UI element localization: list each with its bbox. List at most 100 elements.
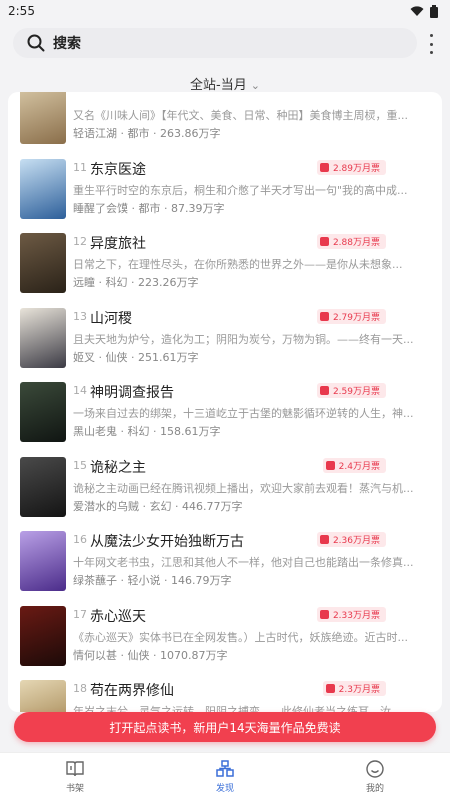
book-cover [20,382,66,442]
book-item[interactable]: 12 异度旅社 2.88万月票日常之下，在理性尽头，在你所熟悉的世界之外——是你从未… [8,233,442,307]
discover-icon [216,759,234,777]
screen: 2:55 搜索 全站-当月 ⌄ 又名《川味人间》【年代文、美食、日常、种田】美食博… [0,0,450,800]
ranking-list[interactable]: 又名《川味人间》【年代文、美食、日常、种田】美食博主周棂，重... 轻语江湖 · … [8,92,442,712]
book-title: 诡秘之主 [90,459,146,476]
book-description: 且夫天地为炉兮，造化为工；阴阳为炭兮，万物为铜。——终有一天... [73,332,414,346]
search-input[interactable]: 搜索 [13,28,417,58]
book-meta: 睡醒了会馍 · 都市 · 87.39万字 [73,201,225,215]
filter-label: 全站-当月 [190,78,247,93]
book-rank: 11 [73,160,87,174]
more-menu-icon[interactable] [424,34,438,54]
book-meta: 远瞳 · 科幻 · 223.26万字 [73,276,199,289]
book-description: 年岁之末兮，灵气之运转，阳阴之搏变......此修仙者当之练耳，汝... [73,705,402,712]
monthly-ticket-badge: 2.59万月票 [316,383,386,398]
book-cover [20,605,66,666]
book-title: 东京医途 [90,161,146,178]
tab-label: 书架 [65,783,84,794]
book-title: 赤心巡天 [90,608,146,625]
tab-discover[interactable]: 发现 [185,759,265,794]
monthly-ticket-badge: 2.89万月票 [316,159,386,175]
search-icon [27,34,45,52]
monthly-ticket-badge: 2.36万月票 [316,532,386,547]
ticket-count: 2.33万月票 [332,610,380,621]
status-icons [410,4,438,18]
book-cover [20,92,66,144]
ticket-icon [319,162,329,172]
book-description: 诡秘之主动画已经在腾讯视频上播出，欢迎大家前去观看！蒸汽与机... [73,481,414,495]
book-item[interactable]: 15 诡秘之主 2.4万月票诡秘之主动画已经在腾讯视频上播出，欢迎大家前去观看！蒸汽… [8,456,442,531]
book-description: 一场来自过去的绑架，十三道屹立于古堡的魅影循环逆转的人生，神... [73,407,414,420]
smile-icon [366,759,384,778]
book-meta: 情何以甚 · 仙侠 · 1070.87万字 [73,648,228,662]
book-item[interactable]: 18 苟在两界修仙 2.3万月票年岁之末兮，灵气之运转，阳阴之搏变......此修仙… [8,680,442,712]
book-rank: 18 [73,682,87,695]
book-rank: 15 [73,458,87,472]
ticket-icon [319,609,329,619]
book-item[interactable]: 11 东京医途 2.89万月票重生平行时空的东京后，桐生和介憋了半天才写出一句"我的… [8,158,442,233]
ticket-count: 2.89万月票 [332,163,380,174]
ticket-icon [319,311,329,321]
search-placeholder: 搜索 [53,36,81,52]
ticket-icon [319,535,329,544]
book-item[interactable]: 14 神明调查报告 2.59万月票一场来自过去的绑架，十三道屹立于古堡的魅影循环逆转… [8,382,442,456]
ticket-icon [325,684,335,693]
book-item[interactable]: 16 从魔法少女开始独断万古 2.36万月票十年网文老书虫，江思和其他人不一样，他对… [8,531,442,605]
monthly-ticket-badge: 2.33万月票 [316,606,386,622]
ticket-count: 2.59万月票 [332,387,380,397]
book-item[interactable]: 又名《川味人间》【年代文、美食、日常、种田】美食博主周棂，重... 轻语江湖 · … [8,92,442,158]
book-description: 重生平行时空的东京后，桐生和介憋了半天才写出一句"我的高中成... [73,183,408,197]
book-rank: 16 [73,533,87,546]
book-cover [20,233,66,293]
promo-label: 打开起点读书，新用户14天海量作品免费读 [109,720,341,735]
ranking-filter[interactable]: 全站-当月 ⌄ [0,74,450,93]
ticket-count: 2.36万月票 [332,536,380,546]
book-meta: 绿茶蘸子 · 轻小说 · 146.79万字 [73,574,232,587]
book-icon [66,760,84,776]
ticket-count: 2.79万月票 [332,312,380,323]
book-rank: 13 [73,309,87,323]
book-meta: 轻语江湖 · 都市 · 263.86万字 [73,127,221,140]
monthly-ticket-badge: 2.3万月票 [322,681,386,696]
ticket-count: 2.3万月票 [338,685,380,695]
book-cover [20,456,66,517]
ticket-count: 2.88万月票 [332,238,380,248]
bottom-tab-bar: 书架 发现 我的 [0,752,450,800]
tab-label: 我的 [365,783,384,794]
ticket-icon [319,386,329,395]
book-description: 十年网文老书虫，江思和其他人不一样，他对自己也能踏出一条修真... [73,556,414,569]
book-meta: 黑山老鬼 · 科幻 · 158.61万字 [73,425,221,438]
open-app-promo-button[interactable]: 打开起点读书，新用户14天海量作品免费读 [14,712,436,742]
book-item[interactable]: 17 赤心巡天 2.33万月票《赤心巡天》实体书已在全网发售。）上古时代，妖族绝迹。… [8,605,442,680]
ticket-icon [319,237,329,246]
book-description: 日常之下，在理性尽头，在你所熟悉的世界之外——是你从未想象... [73,258,403,271]
book-cover [20,680,66,712]
book-title: 神明调查报告 [90,385,174,401]
tab-mine[interactable]: 我的 [335,759,415,794]
chevron-down-icon: ⌄ [250,79,260,92]
book-meta: 爱潜水的乌贼 · 玄幻 · 446.77万字 [73,499,243,513]
book-meta: 姬叉 · 仙侠 · 251.61万字 [73,350,199,364]
book-title: 山河稷 [90,310,132,327]
tab-label: 发现 [215,783,234,794]
book-title: 异度旅社 [90,236,146,252]
book-cover [20,158,66,219]
status-bar: 2:55 [0,0,450,22]
book-title: 苟在两界修仙 [90,683,174,699]
book-rank: 14 [73,384,87,397]
ticket-icon [325,460,335,470]
monthly-ticket-badge: 2.79万月票 [316,308,386,324]
status-time: 2:55 [8,4,35,18]
book-description: 又名《川味人间》【年代文、美食、日常、种田】美食博主周棂，重... [73,109,408,122]
tab-bookshelf[interactable]: 书架 [35,760,115,794]
book-rank: 12 [73,235,87,248]
book-item[interactable]: 13 山河稷 2.79万月票且夫天地为炉兮，造化为工；阴阳为炭兮，万物为铜。——终有… [8,307,442,382]
book-title: 从魔法少女开始独断万古 [90,534,244,550]
wifi-icon [410,5,424,16]
monthly-ticket-badge: 2.4万月票 [322,457,386,473]
book-cover [20,307,66,368]
ticket-count: 2.4万月票 [338,461,380,472]
monthly-ticket-badge: 2.88万月票 [316,234,386,249]
battery-icon [430,4,438,18]
book-description: 《赤心巡天》实体书已在全网发售。）上古时代，妖族绝迹。近古时... [73,630,408,644]
book-rank: 17 [73,607,87,621]
